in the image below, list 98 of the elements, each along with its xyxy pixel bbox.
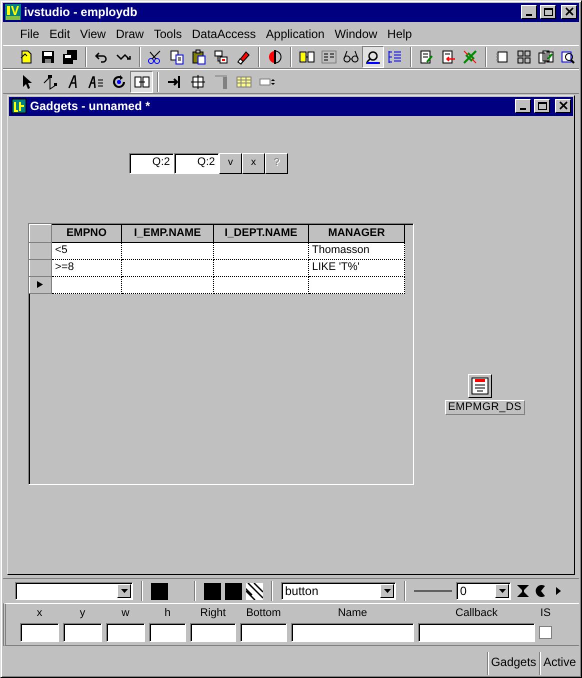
document-icon [11, 98, 27, 114]
menu-item[interactable]: Edit [44, 25, 76, 44]
line-style-icon [414, 588, 452, 594]
table-cell: <5 [55, 244, 68, 256]
column-header: EMPNO [52, 224, 122, 242]
save-icon [40, 49, 56, 66]
column-header: MANAGER [308, 224, 404, 242]
frame-icon [190, 74, 206, 90]
combo-value: button [285, 584, 318, 598]
table-cell: LIKE 'T%' [312, 261, 360, 274]
field-label: y [80, 607, 86, 621]
status-text: Gadgets [486, 652, 540, 675]
maximize-button[interactable] [534, 99, 550, 114]
field-label: x [36, 607, 42, 621]
magnifier-icon [364, 49, 381, 66]
counter-field: Q:2 [174, 152, 219, 174]
table-cell: Thomasson [312, 244, 370, 256]
toolbar-button[interactable] [362, 46, 384, 68]
align-icon [213, 49, 230, 66]
insert-icon [166, 74, 182, 90]
line-width-combo[interactable]: 0 [456, 582, 511, 600]
menu-item[interactable]: Help [382, 25, 417, 44]
menu-item[interactable]: Window [330, 25, 382, 44]
window-title: ivstudio - employdb [24, 5, 138, 20]
dropdown-arrow-icon [384, 589, 390, 594]
form-icon [320, 49, 337, 66]
text-field-icon [88, 74, 104, 90]
current-row-icon [37, 280, 44, 288]
close-icon [564, 7, 574, 18]
table-cell: >=8 [55, 261, 74, 274]
scrollbar-icon [212, 74, 228, 90]
minimize-button[interactable] [521, 5, 537, 20]
scissors-icon [147, 49, 164, 66]
toolbar-button[interactable] [130, 70, 153, 93]
column-header: I_EMP.NAME [122, 224, 214, 242]
checkbox[interactable] [539, 626, 552, 639]
counter-field: Q:2 [129, 152, 174, 174]
status-text: Active [539, 652, 579, 675]
menu-item[interactable]: Draw [110, 25, 149, 44]
menu-item[interactable]: DataAccess [186, 25, 261, 44]
row-header[interactable] [30, 276, 52, 294]
dropdown-arrow-icon [120, 589, 128, 594]
close-button[interactable] [561, 5, 577, 20]
boxes-icon [298, 49, 315, 66]
arrow-end-icon [515, 583, 531, 600]
scroll-right-icon [553, 586, 563, 596]
copy-icon [169, 49, 186, 66]
app-logo-icon [5, 4, 21, 20]
field-label: Name [338, 607, 368, 621]
style-combo[interactable]: button [281, 582, 396, 600]
minimize-button[interactable] [515, 99, 531, 114]
polyline-icon [42, 74, 58, 90]
half-circle-icon [267, 49, 284, 66]
field-label: w [122, 607, 130, 621]
color-swatch[interactable] [204, 582, 221, 600]
checkbox-label: IS [540, 607, 551, 621]
link-icon [134, 74, 150, 90]
query-button[interactable]: v [219, 152, 242, 174]
column-header: I_DEPT.NAME [214, 224, 308, 242]
query-button[interactable]: x [242, 152, 265, 174]
minimize-icon [520, 108, 526, 110]
combo-value: 0 [460, 584, 467, 598]
gadget-label: EMPMGR_DS [445, 400, 525, 416]
color-swatch[interactable] [225, 582, 242, 600]
maximize-icon [542, 7, 554, 18]
eraser-icon [235, 49, 252, 66]
close-button[interactable] [555, 99, 571, 114]
table-icon [236, 74, 252, 90]
list-icon [386, 49, 403, 66]
grid-icon [516, 49, 532, 66]
glasses-icon [342, 49, 359, 66]
scroll-arrow-icon [440, 49, 456, 66]
menu-item[interactable]: Application [260, 25, 330, 44]
maximize-icon [536, 101, 548, 112]
page-icon [494, 49, 510, 66]
field-label: h [164, 607, 171, 621]
scroll-icon [418, 49, 434, 66]
search-icon [560, 49, 576, 66]
color-swatch[interactable] [151, 582, 168, 600]
row-header [30, 224, 52, 242]
plug-icon [462, 49, 478, 66]
menu-item[interactable]: Tools [148, 25, 187, 44]
field-label: Right [200, 607, 226, 621]
folders-icon [538, 49, 554, 66]
close-icon [558, 101, 568, 112]
field-label: Bottom [246, 607, 281, 621]
datasource-icon[interactable] [468, 374, 492, 398]
save-all-icon [62, 49, 78, 66]
dropdown-arrow-icon [498, 589, 506, 594]
paste-icon [191, 49, 208, 66]
rotate-icon [110, 74, 126, 90]
window-title: Gadgets - unnamed * [30, 99, 152, 114]
menu-item[interactable]: File [15, 25, 44, 44]
minimize-icon [526, 14, 532, 16]
field-label: Callback [455, 607, 498, 621]
menu-item[interactable]: View [75, 25, 111, 44]
maximize-button[interactable] [540, 5, 556, 20]
pattern-swatch-icon [246, 582, 263, 600]
